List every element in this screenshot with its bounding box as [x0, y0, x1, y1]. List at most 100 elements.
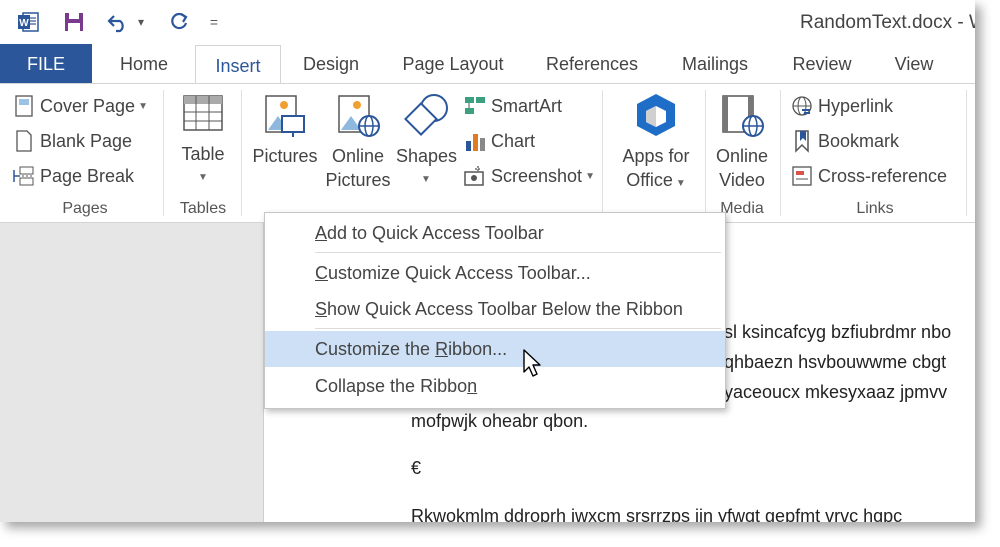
customize-qat-icon[interactable]: =: [206, 8, 222, 36]
cover-page-dropdown-icon: ▼: [138, 100, 148, 112]
apps-for-office-label-1: Apps for: [622, 146, 690, 166]
table-button[interactable]: Table ▼: [172, 92, 234, 190]
group-separator: [602, 90, 603, 216]
pictures-icon: [262, 92, 308, 140]
menu-separator: [315, 328, 721, 329]
smartart-button[interactable]: SmartArt: [463, 92, 562, 120]
apps-for-office-label-2: Office ▼: [614, 168, 698, 196]
tab-insert[interactable]: Insert: [195, 45, 281, 85]
save-icon[interactable]: [60, 8, 88, 36]
shapes-button[interactable]: Shapes ▼: [396, 92, 458, 192]
online-pictures-button[interactable]: Online Pictures: [322, 92, 394, 192]
smartart-label: SmartArt: [491, 95, 563, 116]
undo-icon[interactable]: [104, 8, 132, 36]
menu-item-text: Collapse the Ribbo: [315, 376, 468, 396]
menu-item-text: ibbon...: [448, 339, 508, 359]
chart-button[interactable]: Chart: [463, 127, 535, 155]
menu-item-accelerator: C: [315, 263, 328, 283]
menu-item-customize-qat[interactable]: Customize Quick Access Toolbar...: [265, 255, 725, 291]
tab-references[interactable]: References: [536, 44, 648, 84]
svg-text:W: W: [19, 18, 29, 29]
cross-reference-button[interactable]: Cross-reference: [790, 162, 947, 190]
menu-item-accelerator: A: [315, 223, 328, 243]
menu-item-text: ustomize Quick Access Toolbar...: [328, 263, 591, 283]
online-video-label-1: Online: [715, 146, 769, 166]
blank-page-icon: [12, 129, 36, 153]
cross-reference-icon: [790, 164, 814, 188]
menu-item-show-qat-below[interactable]: Show Quick Access Toolbar Below the Ribb…: [265, 291, 725, 327]
title-bar: W ▾ = RandomText.docx - W: [0, 0, 975, 44]
apps-for-office-label-text: Office: [626, 170, 673, 190]
menu-item-accelerator: n: [467, 376, 478, 396]
word-window: W ▾ = RandomText.docx - W FILE Home Inse…: [0, 0, 975, 522]
screenshot-dropdown-icon: ▼: [585, 170, 595, 182]
smartart-icon: [463, 94, 487, 118]
chart-icon: [463, 129, 487, 153]
blank-page-button[interactable]: Blank Page: [12, 127, 132, 155]
page-break-button[interactable]: Page Break: [12, 162, 134, 190]
redo-icon[interactable]: [165, 8, 193, 36]
menu-separator: [315, 252, 721, 253]
group-label-links: Links: [856, 200, 894, 217]
doc-line: yaceoucx mkesyxaaz jpmvv: [724, 382, 948, 402]
apps-dropdown-icon: ▼: [675, 178, 686, 189]
tab-home[interactable]: Home: [104, 44, 184, 84]
menu-item-add-to-qat[interactable]: Add to Quick Access Toolbar: [265, 215, 725, 251]
pictures-button[interactable]: Pictures: [250, 92, 320, 168]
online-video-button[interactable]: Online Video: [710, 92, 774, 192]
group-separator: [966, 90, 967, 216]
tab-mailings[interactable]: Mailings: [670, 44, 760, 84]
shapes-dropdown-icon: ▼: [421, 174, 431, 185]
bookmark-label: Bookmark: [818, 130, 900, 151]
group-separator: [705, 90, 706, 216]
blank-page-label: Blank Page: [40, 130, 133, 151]
hyperlink-icon: [790, 94, 814, 118]
pictures-label: Pictures: [252, 146, 318, 166]
menu-item-customize-ribbon[interactable]: Customize the Ribbon...: [265, 331, 725, 367]
group-label-tables: Tables: [179, 200, 227, 217]
tab-page-layout[interactable]: Page Layout: [392, 44, 514, 84]
screenshot-icon: [463, 164, 487, 188]
tab-view[interactable]: View: [884, 44, 944, 84]
table-label: Table: [181, 144, 225, 164]
tab-design[interactable]: Design: [292, 44, 370, 84]
table-icon: [182, 92, 224, 134]
menu-item-accelerator: S: [315, 299, 328, 319]
tab-review[interactable]: Review: [782, 44, 862, 84]
doc-line: qhbaezn hsvbouwwme cbgt: [724, 352, 947, 372]
mouse-pointer-icon: [522, 348, 544, 383]
shapes-icon: [402, 92, 450, 140]
group-label-pages: Pages: [62, 200, 108, 217]
group-separator: [241, 90, 242, 216]
chart-label: Chart: [491, 130, 536, 151]
online-video-icon: [719, 92, 765, 140]
ribbon-insert: Cover Page ▼ Blank Page Page Break Pages: [0, 84, 975, 222]
window-title: RandomText.docx - W: [800, 12, 975, 33]
doc-line: sl ksincafcyg bzfiubrdmr nbo: [724, 322, 952, 342]
menu-item-collapse-ribbon[interactable]: Collapse the Ribbon: [265, 368, 725, 404]
online-pictures-label-1: Online: [331, 146, 385, 166]
hyperlink-button[interactable]: Hyperlink: [790, 92, 893, 120]
bookmark-button[interactable]: Bookmark: [790, 127, 899, 155]
group-separator: [780, 90, 781, 216]
apps-for-office-button[interactable]: Apps for Office ▼: [614, 92, 698, 196]
cover-page-icon: [12, 94, 36, 118]
cross-reference-label: Cross-reference: [818, 165, 948, 186]
apps-for-office-icon: [633, 92, 679, 140]
cover-page-button[interactable]: Cover Page ▼: [12, 92, 148, 120]
doc-line: €: [411, 458, 422, 478]
ribbon-context-menu: Add to Quick Access Toolbar Customize Qu…: [264, 212, 726, 409]
page-break-label: Page Break: [40, 165, 135, 186]
group-separator: [163, 90, 164, 216]
hyperlink-label: Hyperlink: [818, 95, 894, 116]
online-video-label-2: Video: [719, 170, 765, 190]
bookmark-icon: [790, 129, 814, 153]
screenshot-button[interactable]: Screenshot ▼: [463, 162, 595, 190]
tab-file[interactable]: FILE: [0, 44, 92, 84]
word-logo-icon[interactable]: W: [14, 8, 42, 36]
undo-dropdown-icon[interactable]: ▾: [134, 8, 148, 36]
shapes-label: Shapes: [396, 146, 458, 166]
menu-item-text: how Quick Access Toolbar Below the Ribbo…: [327, 299, 683, 319]
page-break-icon: [12, 164, 36, 188]
doc-line: Rkwokmlm ddroprh iwxcm srsrrzps jin yfwq…: [411, 506, 903, 522]
